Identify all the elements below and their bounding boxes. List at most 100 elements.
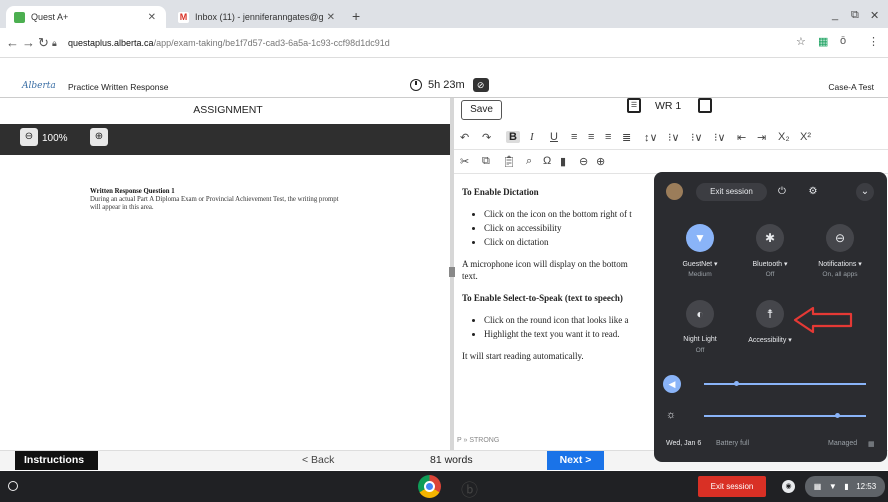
tray-battery-icon: ▮	[844, 482, 849, 491]
bold-icon[interactable]: B	[506, 131, 520, 143]
extension-icon[interactable]: ▦	[818, 35, 828, 48]
wifi-icon[interactable]: ▼	[686, 224, 714, 252]
close-tab-icon[interactable]: ✕	[148, 12, 156, 23]
brightness-slider-handle[interactable]	[834, 413, 840, 418]
editor-format-toolbar: ↶ ↷ B I U ≡ ≡ ≡ ≣ ↕∨ ⁝∨ ⁝∨ ⁝∨ ⇤ ⇥ X₂ X²	[454, 126, 888, 150]
outdent-icon[interactable]: ⇤	[737, 131, 746, 144]
app-shortcut-icon[interactable]: ⓑ	[461, 476, 478, 501]
chrome-browser-icon[interactable]	[418, 475, 441, 498]
bookmark-star-icon[interactable]: ☆	[796, 35, 806, 48]
save-button[interactable]: Save	[461, 100, 502, 120]
find-icon[interactable]: ⌕	[526, 155, 532, 168]
managed-building-icon: ▦	[868, 441, 875, 448]
browser-tab-strip: Quest A+ ✕ M Inbox (11) - jenniferanngat…	[0, 0, 888, 28]
writing-prompt: Written Response Question 1 During an ac…	[90, 188, 350, 213]
shelf-exit-session-button[interactable]: Exit session	[698, 476, 766, 497]
align-right-icon[interactable]: ≡	[605, 131, 611, 143]
word-count: 81 words	[430, 454, 473, 466]
zoom-in-icon[interactable]: ⊕	[90, 128, 108, 146]
indent-icon[interactable]: ⇥	[757, 131, 766, 144]
accessibility-icon[interactable]: ☨	[756, 300, 784, 328]
back-arrow-icon[interactable]: ←	[6, 35, 19, 50]
menu-kebab-icon[interactable]: ⋮	[868, 35, 879, 48]
quest-favicon-icon	[14, 11, 25, 23]
settings-gear-icon[interactable]: ⚙	[804, 183, 822, 201]
bullet-list-icon[interactable]: ⁝∨	[691, 131, 703, 144]
tray-wifi-icon: ▼	[828, 482, 837, 491]
tile-label-wifi[interactable]: GuestNet ▾	[667, 260, 733, 268]
clock-time: 12:53	[856, 482, 877, 491]
night-light-icon[interactable]: ◐	[686, 300, 714, 328]
close-tab-icon[interactable]: ✕	[327, 12, 335, 23]
underline-icon[interactable]: U	[550, 131, 558, 143]
tile-label-accessibility[interactable]: Accessibility ▾	[737, 336, 803, 344]
shelf-status-icon[interactable]: ◉	[782, 480, 795, 493]
cut-icon[interactable]: ✂	[460, 155, 469, 168]
system-tray[interactable]: ▦ ▼ ▮ 12:53	[805, 476, 885, 497]
page-title: Practice Written Response	[68, 82, 169, 92]
editor-paragraph: A microphone icon will display on the bo…	[462, 258, 662, 282]
zoom-out-icon[interactable]: ⊖	[20, 128, 38, 146]
launcher-icon[interactable]	[8, 481, 18, 491]
managed-label: Managed	[828, 440, 858, 447]
address-bar[interactable]: 🔒︎ questaplus.alberta.ca /app/exam-takin…	[52, 32, 797, 54]
bluetooth-icon[interactable]: ✱	[756, 224, 784, 252]
subscript-icon[interactable]: X₂	[778, 131, 790, 143]
editor-zoom-in-icon[interactable]: ⊕	[596, 155, 605, 168]
tile-label-night-light[interactable]: Night Light	[667, 336, 733, 343]
response-label: WR 1	[655, 100, 682, 112]
collapse-chevron-icon[interactable]: ⌄	[856, 183, 874, 201]
tab-title: Quest A+	[31, 12, 69, 22]
align-center-icon[interactable]: ≡	[588, 131, 594, 143]
editor-path-bar: P » STRONG	[457, 437, 500, 444]
reload-icon[interactable]: ↻	[38, 35, 49, 51]
volume-icon[interactable]: ◀	[663, 375, 681, 393]
avatar[interactable]	[666, 183, 683, 200]
tab-assignment[interactable]: ASSIGNMENT	[178, 104, 278, 126]
numbered-list-icon[interactable]: ⁝∨	[668, 131, 680, 144]
tile-label-bluetooth[interactable]: Bluetooth ▾	[737, 260, 803, 268]
instructions-button[interactable]: Instructions	[15, 451, 98, 470]
divider-grip-handle[interactable]	[449, 267, 455, 277]
new-tab-button[interactable]: +	[352, 8, 360, 24]
url-path: /app/exam-taking/be1f7d57-cad3-6a5a-1c93…	[153, 38, 390, 48]
forward-arrow-icon[interactable]: →	[22, 35, 35, 50]
undo-icon[interactable]: ↶	[460, 131, 469, 144]
redo-icon[interactable]: ↷	[482, 131, 491, 144]
response-editor[interactable]: To Enable Dictation Click on the icon on…	[462, 186, 662, 372]
profile-icon[interactable]: ō	[840, 35, 846, 47]
volume-slider[interactable]	[704, 383, 866, 385]
align-left-icon[interactable]: ≡	[571, 131, 577, 143]
superscript-icon[interactable]: X²	[800, 131, 811, 143]
tile-status-bluetooth: Off	[765, 271, 775, 278]
list-style-icon[interactable]: ⁝∨	[714, 131, 726, 144]
notifications-icon[interactable]: ⊖	[826, 224, 854, 252]
next-button[interactable]: Next >	[547, 451, 604, 470]
restore-button[interactable]: ⧉	[851, 9, 859, 22]
tab-title: Inbox (11) - jenniferanngates@g	[195, 12, 324, 22]
line-height-icon[interactable]: ↕∨	[644, 131, 658, 144]
hide-timer-icon[interactable]: ⊘	[472, 78, 489, 92]
response-list-icon[interactable]: ☰	[627, 98, 641, 113]
paste-icon[interactable]: 📋︎	[502, 155, 516, 168]
italic-icon[interactable]: I	[530, 131, 534, 143]
bookmark-fill-icon[interactable]: ▮	[560, 155, 566, 168]
brightness-slider[interactable]	[704, 415, 866, 417]
special-characters-icon[interactable]: Ω	[543, 155, 551, 167]
tray-managed-icon: ▦	[813, 482, 822, 491]
tab-quest-a-plus[interactable]: Quest A+ ✕	[6, 6, 166, 28]
tab-gmail-inbox[interactable]: M Inbox (11) - jenniferanngates@g ✕	[170, 6, 345, 28]
align-justify-icon[interactable]: ≣	[622, 131, 631, 144]
paragraph-line: text.	[462, 271, 478, 281]
minimize-button[interactable]: _	[832, 9, 838, 21]
exit-session-button[interactable]: Exit session	[696, 183, 767, 201]
editor-zoom-out-icon[interactable]: ⊖	[579, 155, 588, 168]
copy-icon[interactable]: ⧉	[482, 155, 490, 168]
bookmark-icon[interactable]	[698, 98, 712, 113]
list-item: Click on the icon on the bottom right of…	[484, 208, 662, 220]
power-icon[interactable]: ⏻	[773, 183, 791, 201]
volume-slider-handle[interactable]	[734, 381, 740, 386]
tile-label-notifications[interactable]: Notifications ▾	[807, 260, 873, 268]
close-window-button[interactable]: ✕	[870, 9, 879, 22]
back-button[interactable]: < Back	[302, 454, 334, 466]
